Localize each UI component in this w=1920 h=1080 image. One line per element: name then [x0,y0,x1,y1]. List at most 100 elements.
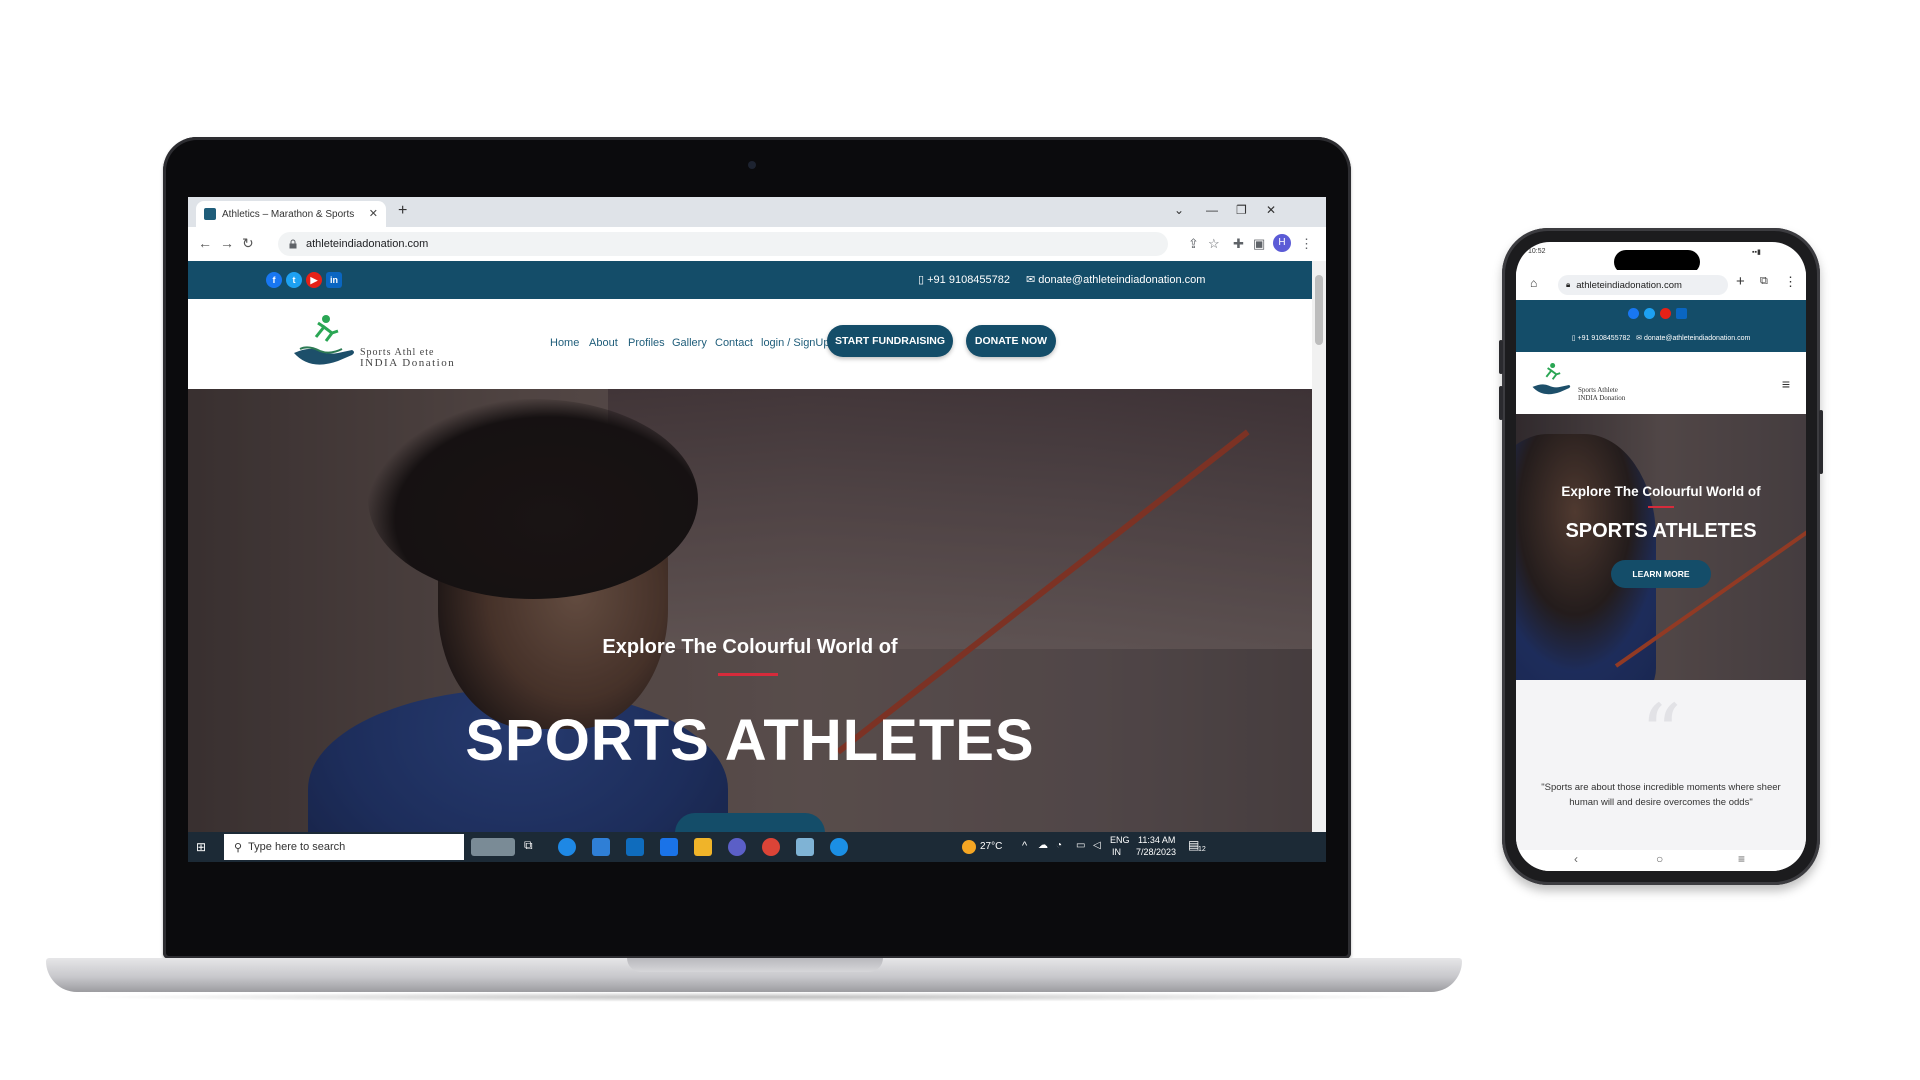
phone-browser-bar: ⌂ 🔒︎ athleteindiadonation.com + ⧉ ⋮ [1516,270,1806,300]
phone-linkedin-icon[interactable] [1676,308,1687,319]
phone-menu-kebab-icon[interactable]: ⋮ [1784,274,1797,290]
phone-status-time: 10:52 [1528,248,1546,255]
vscode-icon[interactable] [592,838,610,856]
hero-title: SPORTS ATHLETES [465,708,1035,773]
chrome-icon[interactable] [762,838,780,856]
onedrive-icon[interactable]: ☁ [1038,840,1048,851]
hamburger-menu-icon[interactable]: ≡ [1782,376,1790,392]
forward-icon[interactable]: → [220,235,234,251]
phone-tabs-icon[interactable]: ⧉ [1760,275,1768,288]
facebook-icon[interactable]: f [266,272,282,288]
nav-contact[interactable]: Contact [715,337,753,349]
side-panel-icon[interactable]: ▣ [1253,236,1265,252]
home-icon[interactable]: ⌂ [1530,276,1537,290]
phone-contact-email: donate@athleteindiadonation.com [1643,335,1751,342]
laptop-screen: Athletics – Marathon & Sports ✕ + ⌄ — ❐ … [188,197,1326,862]
skype-icon[interactable] [830,838,848,856]
phone-contact-line[interactable]: ▯ +91 9108455782 ✉ donate@athleteindiado… [1516,334,1806,342]
nav-home-icon[interactable]: ○ [1656,852,1663,866]
taskbar-search[interactable]: ⚲ Type here to search [224,834,464,860]
url-text: athleteindiadonation.com [306,238,429,250]
bookmark-star-icon[interactable]: ☆ [1208,236,1220,252]
back-icon[interactable]: ← [198,235,212,251]
new-tab-icon[interactable]: + [398,202,407,220]
browser-tab[interactable]: Athletics – Marathon & Sports ✕ [196,201,386,227]
file-explorer-icon[interactable] [694,838,712,856]
page-scrollbar[interactable] [1312,261,1326,832]
start-fundraising-button[interactable]: START FUNDRAISING [827,325,953,357]
nav-home[interactable]: Home [550,337,579,349]
tray-chevron-icon[interactable]: ^ [1022,840,1027,852]
nav-recents-icon[interactable]: ≡ [1738,852,1745,866]
language-code[interactable]: ENG [1110,835,1130,845]
phone-learn-more-button[interactable]: LEARN MORE [1611,560,1711,588]
phone-facebook-icon[interactable] [1628,308,1639,319]
nav-about[interactable]: About [589,337,618,349]
phone-power-button [1819,410,1823,474]
phone-twitter-icon[interactable] [1644,308,1655,319]
close-tab-icon[interactable]: ✕ [369,207,378,220]
reload-icon[interactable]: ↻ [242,235,254,252]
logo-icon[interactable] [290,311,360,373]
linkedin-icon[interactable]: in [326,272,342,288]
logo-line2: INDIA Donation [360,357,456,369]
twitter-icon[interactable]: t [286,272,302,288]
store-icon[interactable] [660,838,678,856]
phone-logo-icon[interactable] [1530,360,1574,400]
youtube-icon[interactable]: ▶ [306,272,322,288]
quote-mark-icon: “ [1640,687,1682,780]
phone-hero-banner: Explore The Colourful World of SPORTS AT… [1516,414,1806,680]
task-view-icon[interactable]: ⧉ [524,838,542,856]
email-contact[interactable]: ✉ donate@athleteindiadonation.com [1026,273,1205,286]
phone-url-text: athleteindiadonation.com [1576,279,1682,291]
phone-mail-icon: ✉ [1636,335,1642,342]
extensions-icon[interactable]: ✚ [1233,236,1244,252]
phone-icon: ▯ [918,274,925,286]
scrollbar-thumb[interactable] [1315,275,1323,345]
weather-temp[interactable]: 27°C [980,841,1002,852]
nav-profiles[interactable]: Profiles [628,337,665,349]
nav-login-signup[interactable]: login / SignUp [761,337,830,349]
phone-hero-title: SPORTS ATHLETES [1565,520,1757,542]
volume-icon[interactable]: ◁ [1093,840,1101,851]
mail-app-icon[interactable] [626,838,644,856]
laptop-base-notch [627,958,883,972]
clock-time[interactable]: 11:34 AM [1138,835,1175,845]
teams-icon[interactable] [728,838,746,856]
phone-volume-button [1499,340,1503,374]
phone-address-bar[interactable]: 🔒︎ athleteindiadonation.com [1558,275,1728,295]
profile-avatar[interactable]: H [1273,234,1291,252]
region-code[interactable]: IN [1112,847,1121,857]
phone-phone-icon: ▯ [1571,335,1576,342]
quote-section: “ "Sports are about those incredible mom… [1516,680,1806,850]
menu-kebab-icon[interactable]: ⋮ [1300,236,1313,252]
battery-icon[interactable]: ▭ [1076,840,1085,851]
phone-contact[interactable]: ▯ +91 9108455782 [918,273,1010,286]
restore-icon[interactable]: ❐ [1236,203,1247,217]
weather-icon[interactable] [962,840,976,854]
phone-number: +91 9108455782 [927,274,1011,286]
share-icon[interactable]: ⇪ [1188,236,1199,252]
nav-gallery[interactable]: Gallery [672,337,707,349]
chevron-down-icon[interactable]: ⌄ [1174,203,1184,217]
hero-divider [718,673,778,676]
phone-youtube-icon[interactable] [1660,308,1671,319]
clock-date[interactable]: 7/28/2023 [1136,847,1176,857]
close-window-icon[interactable]: ✕ [1266,203,1276,217]
email-address: donate@athleteindiadonation.com [1038,274,1206,286]
nav-back-icon[interactable]: ‹ [1574,852,1578,866]
edge-browser-icon[interactable] [558,838,576,856]
search-placeholder: Type here to search [248,841,346,853]
network-icon[interactable]: ◔ [1056,840,1062,851]
phone-new-tab-icon[interactable]: + [1736,273,1745,290]
address-bar[interactable]: athleteindiadonation.com [278,232,1168,256]
windows-taskbar: ⊞ ⚲ Type here to search ⧉ 27°C ^ ☁ ◔ ▭ ◁… [188,832,1326,862]
phone-logo-line2: INDIA Donation [1578,394,1626,402]
notepad-icon[interactable] [796,838,814,856]
windows-start-icon[interactable]: ⊞ [196,840,206,854]
learn-more-button[interactable] [675,813,825,832]
phone-site-header: Sports Athlete INDIA Donation ≡ [1516,352,1806,414]
minimize-icon[interactable]: — [1206,203,1218,217]
donate-now-button[interactable]: DONATE NOW [966,325,1056,357]
phone-hero-subtitle: Explore The Colourful World of [1561,484,1761,499]
